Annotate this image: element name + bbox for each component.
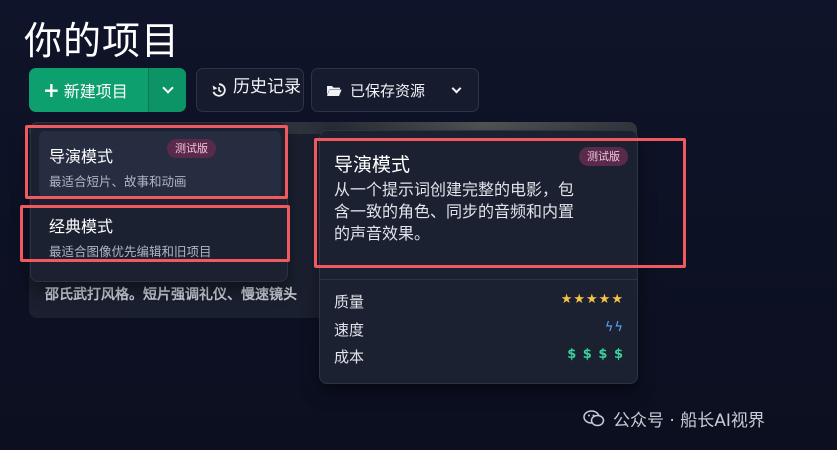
- saved-assets-label: 已保存资源: [350, 81, 426, 100]
- mode-name: 经典模式: [49, 217, 114, 236]
- new-project-dropdown-toggle[interactable]: [148, 68, 186, 112]
- divider: [320, 279, 637, 280]
- saved-assets-button[interactable]: 已保存资源: [311, 68, 479, 112]
- page-title: 你的项目: [24, 19, 181, 63]
- history-label: 历史记录: [233, 76, 301, 97]
- mode-info-title: 导演模式: [334, 154, 411, 176]
- metric-label: 速度: [334, 321, 365, 339]
- metric-quality: 质量 ★★★★★: [334, 291, 624, 313]
- history-icon: [212, 83, 226, 97]
- metric-cost: 成本 $ $ $ $: [334, 346, 624, 368]
- dollar-icon: $ $ $ $: [567, 347, 624, 362]
- watermark-text: 公众号 · 船长AI视界: [613, 411, 765, 431]
- mode-menu: 导演模式 测试版 最适合短片、故事和动画 经典模式 最适合图像优先编辑和旧项目: [30, 122, 288, 282]
- metric-label: 成本: [334, 348, 365, 366]
- metric-speed: 速度 ϟϟ: [334, 319, 624, 341]
- mode-description: 最适合短片、故事和动画: [49, 174, 187, 189]
- history-button[interactable]: 历史记录: [196, 68, 304, 112]
- bolt-icon: ϟϟ: [604, 320, 624, 335]
- new-project-label: 新建项目: [63, 82, 128, 101]
- mode-name: 导演模式: [49, 147, 114, 166]
- chevron-down-icon: [451, 83, 462, 93]
- mode-info-description: 从一个提示词创建完整的电影，包含一致的角色、同步的音频和内置的声音效果。: [334, 180, 575, 243]
- metric-label: 质量: [334, 293, 365, 311]
- mode-info-panel: 导演模式 测试版 从一个提示词创建完整的电影，包含一致的角色、同步的音频和内置的…: [319, 130, 638, 384]
- mode-item-classic[interactable]: 经典模式 最适合图像优先编辑和旧项目: [39, 201, 281, 267]
- plus-icon: +: [43, 78, 60, 102]
- new-project-button[interactable]: + 新建项目: [29, 68, 186, 112]
- watermark: 公众号 · 船长AI视界: [583, 406, 765, 431]
- mode-description: 最适合图像优先编辑和旧项目: [49, 244, 212, 259]
- star-icon: ★★★★★: [560, 292, 624, 307]
- beta-badge: 测试版: [579, 147, 628, 166]
- new-project-main[interactable]: + 新建项目: [29, 68, 128, 112]
- folder-open-icon: [327, 85, 342, 96]
- project-description: 邵氏武打风格。短片强调礼仪、慢速镜头: [45, 287, 297, 303]
- mode-item-director[interactable]: 导演模式 测试版 最适合短片、故事和动画: [39, 131, 281, 197]
- wechat-icon: [583, 410, 605, 427]
- chevron-down-icon: [161, 82, 174, 94]
- beta-badge: 测试版: [167, 139, 216, 158]
